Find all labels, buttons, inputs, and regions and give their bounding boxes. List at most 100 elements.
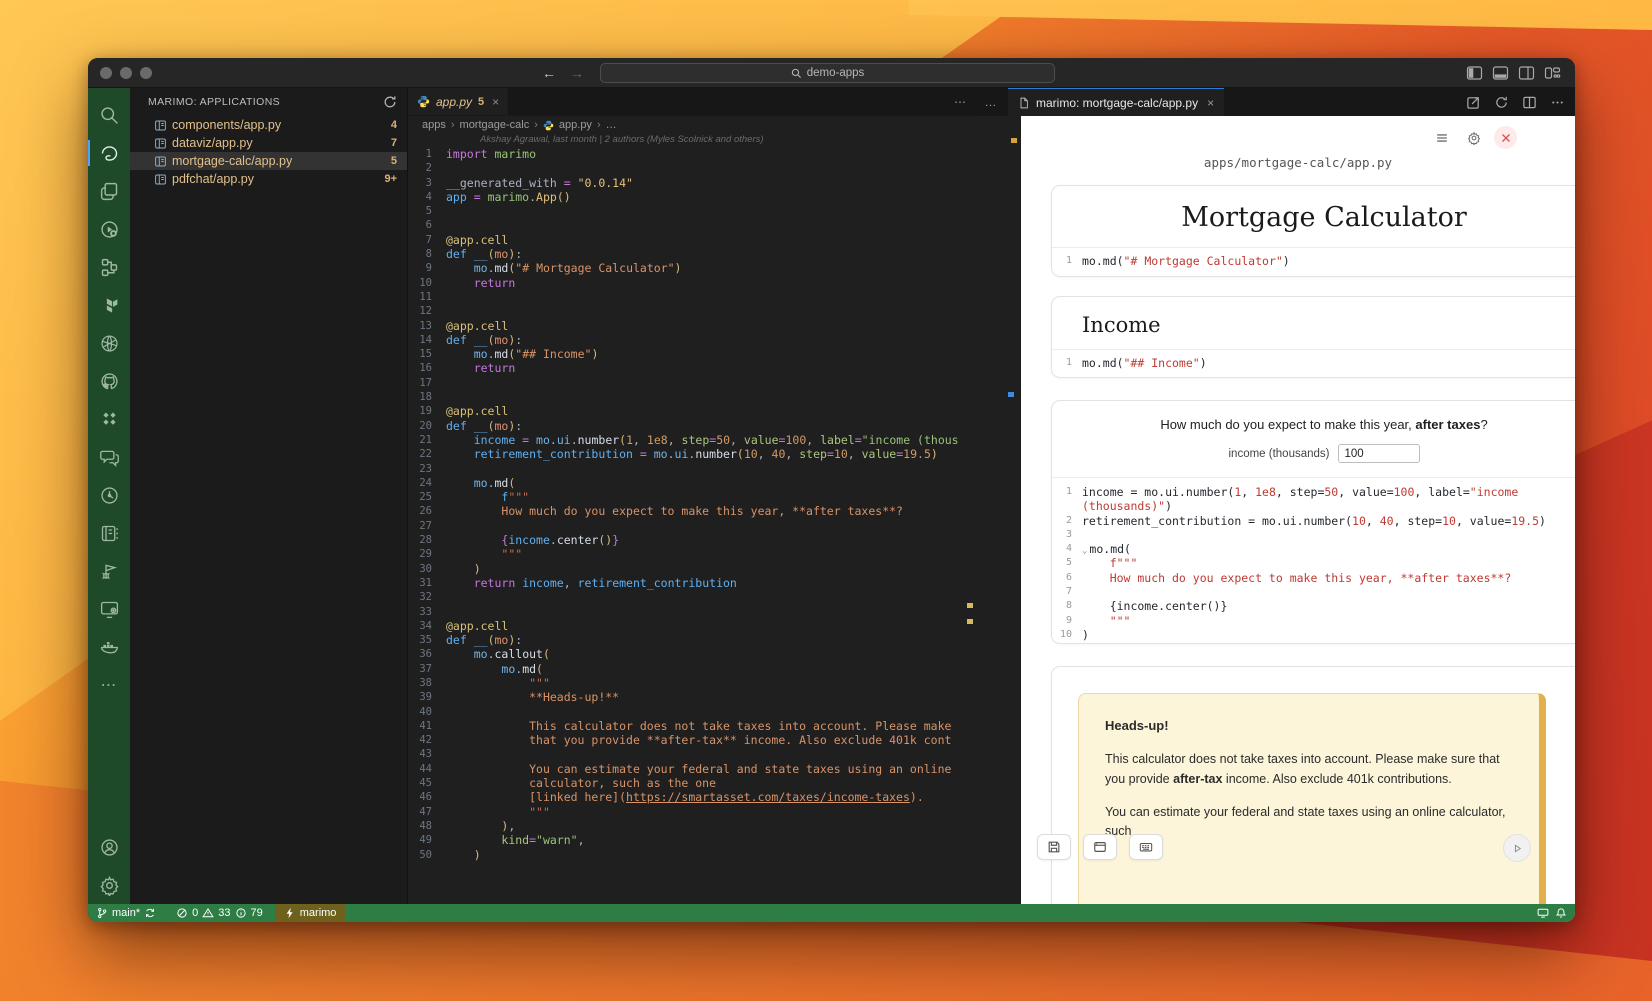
line-content: f""" <box>1082 556 1575 570</box>
traffic-minimize-button[interactable] <box>120 67 132 79</box>
sidebar-item-components-app-py[interactable]: components/app.py4 <box>130 116 407 134</box>
breadcrumb-symbol[interactable]: … <box>606 119 617 131</box>
code-line: 13@app.cell <box>408 319 974 333</box>
github-view-icon[interactable] <box>88 362 130 400</box>
panel-tab-close-icon[interactable]: × <box>1207 96 1214 110</box>
cell-card-income[interactable]: Income 1mo.md("## Income") <box>1051 296 1575 378</box>
panel-more-actions-icon[interactable]: … <box>974 88 1008 116</box>
line-content: ), <box>446 819 974 833</box>
breadcrumb-folder[interactable]: mortgage-calc <box>460 119 530 131</box>
line-number: 25 <box>408 490 446 504</box>
tab-app-py[interactable]: app.py 5 × <box>408 88 509 115</box>
editor-more-actions-icon[interactable]: ⋯ <box>954 95 966 109</box>
sync-icon <box>144 907 156 919</box>
refresh-icon[interactable] <box>1494 95 1509 110</box>
app-close-button[interactable] <box>1494 126 1517 149</box>
line-number: 6 <box>408 218 446 232</box>
line-number: 20 <box>408 419 446 433</box>
command-center-search[interactable]: demo-apps <box>600 63 1055 83</box>
code-line: 19@app.cell <box>408 404 974 418</box>
panel-tab-bar: … marimo: mortgage-calc/app.py × <box>974 88 1575 116</box>
run-debug-view-icon[interactable] <box>88 210 130 248</box>
title-bar[interactable]: ← → demo-apps <box>88 58 1575 88</box>
menu-button[interactable] <box>1430 126 1453 149</box>
ports-item[interactable] <box>1537 907 1549 919</box>
line-number: 8 <box>408 247 446 261</box>
timeline-view-icon[interactable] <box>88 476 130 514</box>
traffic-close-button[interactable] <box>100 67 112 79</box>
explorer-view-icon[interactable] <box>88 172 130 210</box>
save-button[interactable] <box>1037 834 1071 860</box>
notebook-view-icon[interactable] <box>88 514 130 552</box>
run-app-button[interactable] <box>1503 834 1531 862</box>
traffic-zoom-button[interactable] <box>140 67 152 79</box>
additional-views-icon[interactable]: ⋯ <box>88 666 130 704</box>
income-question: How much do you expect to make this year… <box>1052 417 1575 432</box>
code-line: 11 <box>408 290 974 304</box>
line-number: 21 <box>408 433 446 447</box>
more-actions-icon[interactable] <box>1550 95 1565 110</box>
code-line: 4app = marimo.App() <box>408 190 974 204</box>
cell-card-title[interactable]: Mortgage Calculator 1mo.md("# Mortgage C… <box>1051 185 1575 277</box>
cell-card-income-input[interactable]: How much do you expect to make this year… <box>1051 400 1575 644</box>
breadcrumb[interactable]: apps › mortgage-calc › app.py › … <box>408 116 974 134</box>
sidebar-item-dataviz-app-py[interactable]: dataviz/app.py7 <box>130 134 407 152</box>
sidebar-item-mortgage-calc-app-py[interactable]: mortgage-calc/app.py5 <box>130 152 407 170</box>
git-branch-item[interactable]: main* <box>96 907 156 919</box>
comments-view-icon[interactable] <box>88 438 130 476</box>
problems-item[interactable]: 0 33 79 <box>176 907 263 919</box>
split-editor-icon[interactable] <box>1522 95 1537 110</box>
line-number: 7 <box>408 233 446 247</box>
income-number-input[interactable]: 100 <box>1338 444 1420 463</box>
branch-icon <box>96 907 108 919</box>
tab-close-icon[interactable]: × <box>492 95 499 109</box>
line-content: retirement_contribution = mo.ui.number(1… <box>446 447 974 461</box>
extensions-diamonds-icon[interactable] <box>88 400 130 438</box>
code-line: 10) <box>1052 628 1575 642</box>
fold-caret-icon[interactable]: ⌄ <box>1082 546 1087 556</box>
search-view-icon[interactable] <box>88 96 130 134</box>
panel-mode-button[interactable] <box>1083 834 1117 860</box>
cell-code[interactable]: 1mo.md("## Income") <box>1052 350 1575 376</box>
org-chart-view-icon[interactable] <box>88 248 130 286</box>
tab-marimo-preview[interactable]: marimo: mortgage-calc/app.py × <box>1008 88 1224 116</box>
sidebar-item-label: pdfchat/app.py <box>172 172 254 186</box>
test-explorer-icon[interactable] <box>88 552 130 590</box>
toggle-secondary-sidebar-icon[interactable] <box>1518 65 1535 81</box>
code-line: 10 return <box>408 276 974 290</box>
terraform-view-icon[interactable] <box>88 286 130 324</box>
line-content <box>446 747 974 761</box>
line-number: 9 <box>408 261 446 275</box>
line-number: 13 <box>408 319 446 333</box>
breadcrumb-apps[interactable]: apps <box>422 119 446 131</box>
toggle-panel-icon[interactable] <box>1492 65 1509 81</box>
open-in-browser-icon[interactable] <box>1466 95 1481 110</box>
accounts-icon[interactable] <box>88 828 130 866</box>
code-editor[interactable]: 1import marimo23__generated_with = "0.0.… <box>408 147 974 904</box>
code-line: 4⌄mo.md( <box>1052 542 1575 556</box>
line-number: 46 <box>408 790 446 804</box>
sidebar-item-pdfchat-app-py[interactable]: pdfchat/app.py9+ <box>130 170 407 188</box>
cell-card-callout[interactable]: Heads-up! This calculator does not take … <box>1051 666 1575 922</box>
globe-view-icon[interactable] <box>88 324 130 362</box>
notifications-item[interactable] <box>1555 907 1567 919</box>
live-preview-icon[interactable] <box>88 590 130 628</box>
history-forward-button[interactable]: → <box>568 64 586 82</box>
docker-view-icon[interactable] <box>88 628 130 666</box>
sidebar-item-label: components/app.py <box>172 118 281 132</box>
refresh-icon[interactable] <box>383 95 397 109</box>
toggle-primary-sidebar-icon[interactable] <box>1466 65 1483 81</box>
cell-code[interactable]: 1mo.md("# Mortgage Calculator") <box>1052 248 1575 274</box>
app-settings-button[interactable] <box>1462 126 1485 149</box>
line-content: mo.md( <box>446 662 974 676</box>
marimo-view-icon[interactable] <box>88 134 130 172</box>
line-content: [linked here](https://smartasset.com/tax… <box>446 790 974 804</box>
settings-gear-icon[interactable] <box>88 866 130 904</box>
marimo-status-chip[interactable]: marimo <box>275 904 346 922</box>
history-back-button[interactable]: ← <box>540 64 558 82</box>
keyboard-shortcuts-button[interactable] <box>1129 834 1163 860</box>
cell-code[interactable]: 1income = mo.ui.number(1, 1e8, step=50, … <box>1052 478 1575 644</box>
breadcrumb-file[interactable]: app.py <box>559 119 592 131</box>
customize-layout-icon[interactable] <box>1544 65 1561 81</box>
overview-ruler-mark <box>967 603 973 608</box>
